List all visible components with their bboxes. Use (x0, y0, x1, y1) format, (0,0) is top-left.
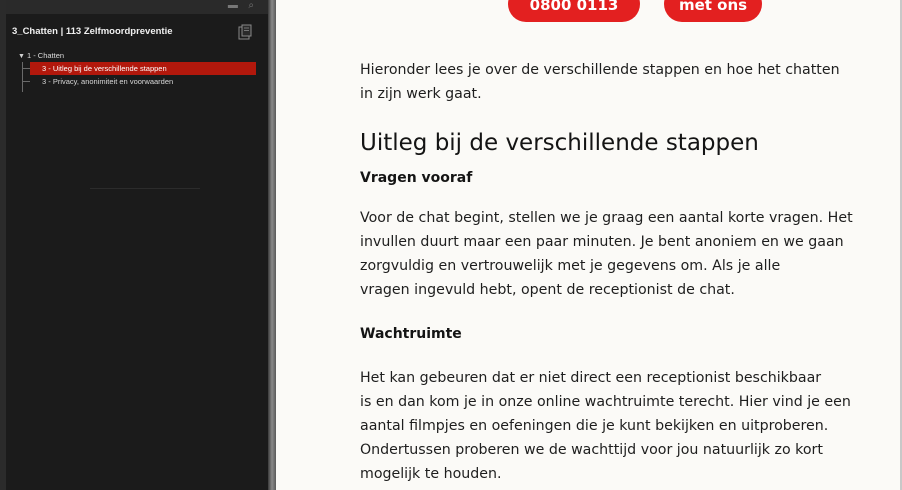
section-paragraph-vragen: Voor de chat begint, stellen we je graag… (360, 206, 880, 302)
text-line: invullen duurt maar een paar minuten. Je… (360, 234, 844, 250)
call-button[interactable]: 0800 0113 (508, 0, 640, 22)
tree-item-uitleg[interactable]: 3 - Uitleg bij de verschillende stappen (22, 62, 256, 75)
tree-root-item[interactable]: ▼ 1 - Chatten (16, 50, 266, 62)
tree-connector-line (22, 62, 23, 92)
tree-item-privacy[interactable]: 3 - Privacy, anonimiteit en voorwaarden (22, 75, 266, 88)
main-content: 0800 0113 met ons Hieronder lees je over… (276, 0, 902, 490)
text-line: zorgvuldig en vertrouwelijk met je gegev… (360, 258, 781, 274)
sidebar-top-strip: ▬ ⌕ (6, 0, 268, 14)
chat-button-label: met ons (678, 0, 748, 14)
sidebar-faint-divider (90, 188, 200, 189)
intro-paragraph: Hieronder lees je over de verschillende … (360, 58, 880, 106)
text-line: mogelijk te houden. (360, 466, 502, 482)
call-button-label: 0800 0113 (529, 0, 619, 14)
sidebar-title: 3_Chatten | 113 Zelfmoordpreventie (12, 26, 173, 37)
section-title-vragen: Vragen vooraf (360, 170, 473, 186)
note-icon[interactable] (238, 24, 252, 40)
section-paragraph-wachtruimte: Het kan gebeuren dat er niet direct een … (360, 366, 880, 486)
outline-tree: ▼ 1 - Chatten 3 - Uitleg bij de verschill… (16, 50, 266, 92)
sidebar-panel: 3_Chatten | 113 Zelfmoordpreventie ▼ 1 - … (6, 14, 268, 490)
tree-item-label: 3 - Privacy, anonimiteit en voorwaarden (42, 77, 174, 86)
window-controls-icon[interactable]: ▬ ⌕ (228, 0, 258, 11)
app-window: ▬ ⌕ 3_Chatten | 113 Zelfmoordpreventie ▼… (0, 0, 902, 490)
tree-item-label: 3 - Uitleg bij de verschillende stappen (42, 64, 167, 73)
text-line: Hieronder lees je over de verschillende … (360, 62, 840, 78)
text-line: Het kan gebeuren dat er niet direct een … (360, 370, 822, 386)
section-title-wachtruimte: Wachtruimte (360, 326, 462, 342)
tree-root-label: 1 - Chatten (26, 51, 65, 60)
text-line: aantal filmpjes en oefeningen die je kun… (360, 418, 829, 434)
panel-resize-handle[interactable] (268, 0, 276, 490)
chat-button[interactable]: met ons (664, 0, 762, 22)
page-heading: Uitleg bij de verschillende stappen (360, 130, 759, 156)
text-line: vragen ingevuld hebt, opent de reception… (360, 282, 735, 298)
text-line: Ondertussen proberen we de wachttijd voo… (360, 442, 823, 458)
text-line: Voor de chat begint, stellen we je graag… (360, 210, 853, 226)
text-line: is en dan kom je in onze online wachtrui… (360, 394, 851, 410)
text-line: in zijn werk gaat. (360, 86, 482, 102)
